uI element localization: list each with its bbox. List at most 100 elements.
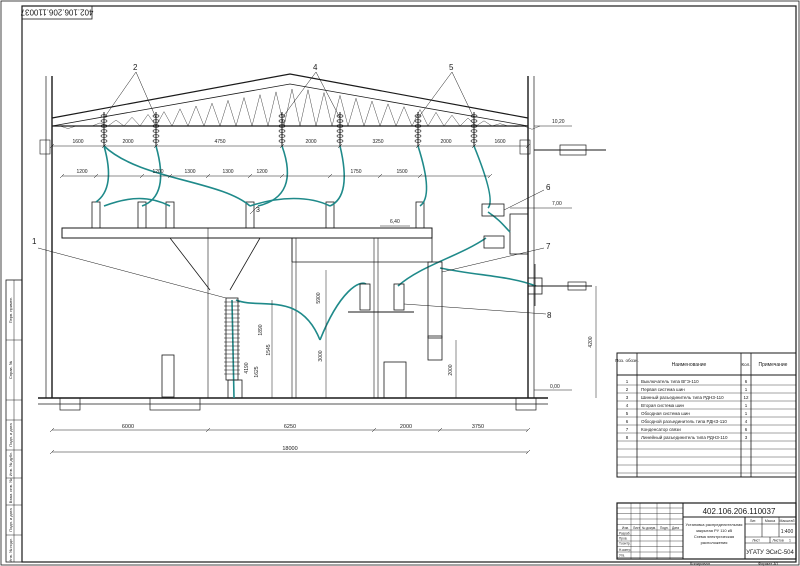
dim-top-1: 2000 bbox=[122, 139, 133, 145]
vdim-7: 4200 bbox=[588, 336, 594, 347]
engineering-drawing-sheet: 402.106.206.110037 Перв. примен. Справ. … bbox=[0, 0, 800, 566]
dim-second-0: 1200 bbox=[76, 169, 87, 175]
truss-member bbox=[403, 106, 413, 127]
spec-row-pos: 1 bbox=[626, 379, 629, 384]
truss-member bbox=[315, 92, 325, 127]
leader-2b bbox=[135, 71, 157, 119]
brace-right bbox=[229, 237, 261, 291]
dim-top-4: 3250 bbox=[372, 139, 383, 145]
truss-member bbox=[123, 117, 133, 127]
spec-row-pos: 2 bbox=[626, 387, 629, 392]
suspension-insulators bbox=[100, 112, 478, 146]
bypass-disconnector-2 bbox=[483, 235, 505, 249]
truss-member bbox=[419, 109, 429, 127]
truss-member bbox=[387, 103, 397, 127]
leader-2a bbox=[103, 71, 137, 119]
dim-top-5: 2000 bbox=[440, 139, 451, 145]
truss-member bbox=[339, 95, 349, 127]
spec-row-pos: 4 bbox=[626, 403, 629, 408]
line-disconnector-pole-1 bbox=[359, 283, 371, 311]
level-0: 10,20 bbox=[552, 119, 565, 125]
truss-member bbox=[283, 89, 293, 127]
spec-row-name: Шинный разъединитель типа РДНЗ-110 bbox=[641, 394, 724, 400]
role-label-7: Т.контр. bbox=[619, 542, 631, 546]
leader-5b bbox=[451, 71, 475, 119]
truss-member bbox=[235, 97, 245, 127]
dim-top-3: 2000 bbox=[305, 139, 316, 145]
truss-member bbox=[379, 103, 389, 127]
sheets-value: 1 bbox=[789, 539, 791, 543]
dim-second-5: 1750 bbox=[350, 169, 361, 175]
spec-row: 7 Конденсатор связи 6 bbox=[626, 427, 748, 432]
hdr-sheets: Листов bbox=[772, 539, 784, 543]
truss-member bbox=[355, 98, 365, 127]
dim-second-4: 1200 bbox=[256, 169, 267, 175]
role-label-3: Подп. bbox=[660, 526, 669, 530]
breaker-drop bbox=[231, 299, 235, 399]
truss-member bbox=[243, 97, 253, 127]
callout-6: 6 bbox=[546, 183, 551, 192]
scale-value: 1:400 bbox=[781, 529, 794, 535]
leader-5a bbox=[417, 71, 453, 119]
spec-row: 3 Шинный разъединитель типа РДНЗ-110 12 bbox=[626, 394, 749, 400]
vdim-1: 4190 bbox=[244, 362, 250, 373]
outer-frame bbox=[0, 0, 800, 566]
dim-bottom-0: 6000 bbox=[122, 424, 134, 430]
dim-second-1: 1200 bbox=[152, 169, 163, 175]
spec-row-qty: 3 bbox=[745, 435, 748, 440]
left-strip: Перв. примен. Справ. № Подп. и дата Инв.… bbox=[5, 279, 23, 562]
vdim-4: 1545 bbox=[266, 344, 272, 355]
level-2: 6,40 bbox=[390, 219, 400, 225]
title-block: 402.106.206.110037 Установка распределит… bbox=[616, 502, 797, 566]
role-label-4: Дата bbox=[672, 526, 679, 530]
spec-row-pos: 7 bbox=[626, 427, 629, 432]
truss-member bbox=[259, 94, 269, 127]
level-1: 7,00 bbox=[552, 201, 562, 207]
truss-member bbox=[171, 108, 181, 127]
role-label-1: Лист bbox=[633, 526, 640, 530]
truss-member bbox=[307, 89, 317, 127]
spec-row-qty: 12 bbox=[743, 395, 749, 400]
callout-5: 5 bbox=[449, 63, 454, 72]
vdim-5: 3000 bbox=[318, 350, 324, 361]
spec-row-qty: 6 bbox=[745, 427, 748, 432]
level-3: 0,00 bbox=[550, 384, 560, 390]
line-disconnector-pole-2 bbox=[393, 283, 405, 311]
spec-row-qty: 1 bbox=[745, 411, 748, 416]
dim-second-6: 1500 bbox=[396, 169, 407, 175]
hdr-sheet: Лист bbox=[752, 539, 760, 543]
vdim-3: 1890 bbox=[258, 324, 264, 335]
callout-1: 1 bbox=[32, 237, 37, 246]
callout-2: 2 bbox=[133, 63, 138, 72]
truss-member bbox=[211, 103, 221, 127]
top-stamp-doc-code: 402.106.206.110037 bbox=[20, 8, 93, 17]
role-label-2: № докум. bbox=[642, 526, 656, 530]
format-label: Формат А1 bbox=[758, 561, 779, 566]
truss-member bbox=[427, 112, 437, 127]
truss-member bbox=[107, 119, 117, 127]
callout-3: 3 bbox=[256, 207, 260, 214]
spec-row-name: Выключатель типа ВГЭ-110 bbox=[641, 379, 699, 384]
dim-top-2: 4750 bbox=[214, 139, 225, 145]
top-stamp: 402.106.206.110037 bbox=[20, 5, 93, 20]
copied-label: Копировал bbox=[690, 561, 711, 566]
callout-4: 4 bbox=[313, 63, 318, 72]
dim-bottom-2: 2000 bbox=[400, 424, 412, 430]
wall-bushing bbox=[509, 213, 529, 255]
truss-member bbox=[371, 100, 381, 127]
dim-ticks bbox=[49, 143, 531, 455]
spec-row-qty: 6 bbox=[745, 379, 748, 384]
spec-row-name: Первая система шин bbox=[641, 387, 685, 392]
spec-row-pos: 5 bbox=[626, 411, 629, 416]
truss-member bbox=[411, 109, 421, 127]
vdim-6: 2000 bbox=[448, 364, 454, 375]
strip-label-4: Взам. инв. № bbox=[8, 479, 13, 504]
truss-member bbox=[227, 100, 237, 127]
truss-member bbox=[179, 108, 189, 127]
cabinet-cvt bbox=[427, 335, 443, 361]
spec-row: 4 Вторая система шин 1 bbox=[626, 403, 748, 408]
dim-second-2: 1300 bbox=[184, 169, 195, 175]
truss-member bbox=[395, 106, 405, 127]
spec-row: 2 Первая система шин 1 bbox=[626, 387, 748, 392]
truss-web bbox=[59, 89, 541, 130]
